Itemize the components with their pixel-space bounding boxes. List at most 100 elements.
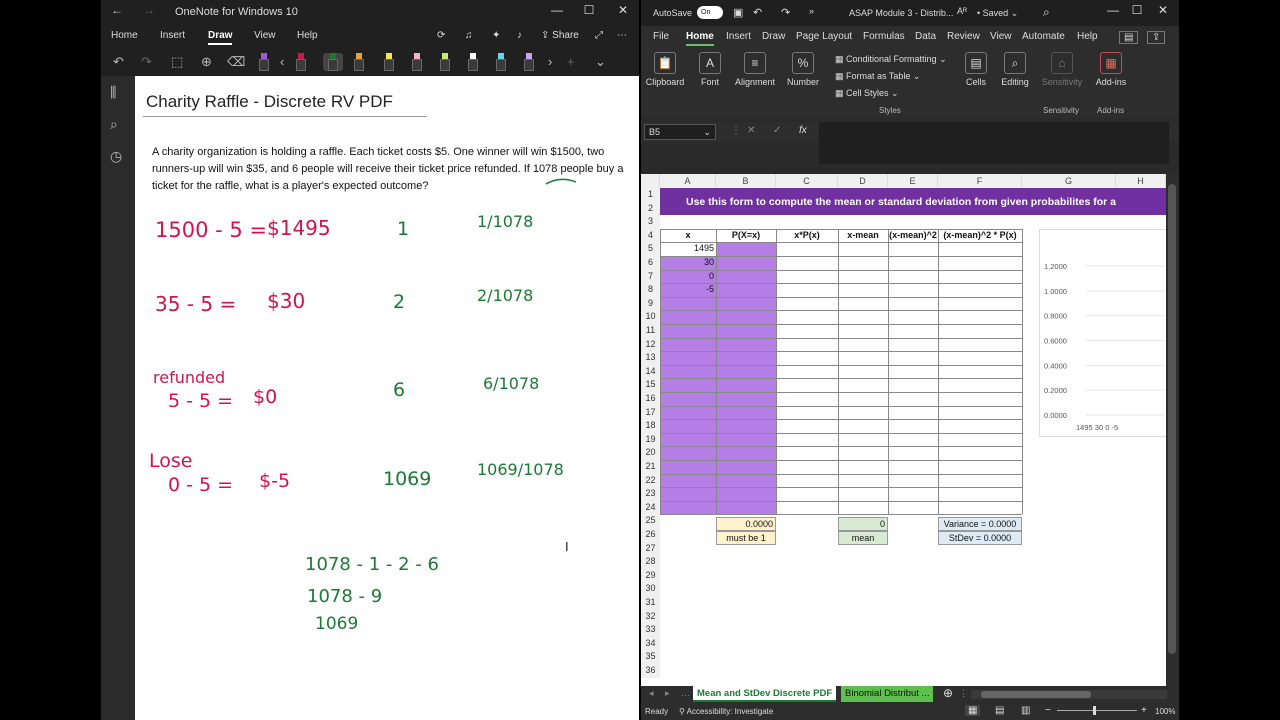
- add-space-icon[interactable]: ⊕: [201, 54, 212, 70]
- cell-a5[interactable]: 1495: [660, 242, 714, 256]
- note-page[interactable]: Charity Raffle - Discrete RV PDF A chari…: [135, 76, 639, 720]
- row-header[interactable]: 25: [641, 514, 660, 528]
- enter-icon[interactable]: ✓: [773, 125, 781, 136]
- row-header[interactable]: 33: [641, 623, 660, 637]
- row-header[interactable]: 4: [641, 228, 660, 243]
- cell-styles-button[interactable]: ▦ Cell Styles ⌄: [835, 85, 947, 102]
- expand-icon[interactable]: ⤢: [595, 30, 603, 41]
- row-header[interactable]: 27: [641, 541, 660, 556]
- column-header-c[interactable]: C: [776, 174, 838, 188]
- lightbulb-icon[interactable]: ✦: [492, 30, 500, 41]
- share-icon[interactable]: ⇪: [1147, 31, 1166, 44]
- autosave-toggle[interactable]: On: [697, 6, 723, 19]
- editing-group[interactable]: ⌕ Editing: [997, 52, 1033, 87]
- normal-view-icon[interactable]: ▦: [965, 705, 981, 716]
- cell-b25-sum[interactable]: 0.0000: [716, 517, 776, 531]
- alignment-group[interactable]: ≡ Alignment: [733, 52, 777, 87]
- sheet-more-icon[interactable]: …: [681, 688, 690, 698]
- sensitivity-icon[interactable]: Aᴿ: [957, 6, 967, 16]
- tab-insert[interactable]: Insert: [160, 30, 185, 41]
- row-header[interactable]: 11: [641, 324, 660, 338]
- row-header[interactable]: 3: [641, 215, 660, 229]
- notification-icon[interactable]: ♪: [517, 30, 522, 41]
- row-header[interactable]: 18: [641, 419, 660, 433]
- undo-icon[interactable]: ↶: [113, 54, 124, 70]
- document-title[interactable]: ASAP Module 3 - Distrib...: [849, 8, 953, 18]
- vertical-scrollbar[interactable]: [1166, 174, 1179, 686]
- column-header-d[interactable]: D: [838, 174, 888, 188]
- horizontal-scrollbar[interactable]: [971, 690, 1167, 699]
- column-header-g[interactable]: G: [1022, 174, 1116, 188]
- row-header[interactable]: 29: [641, 568, 660, 583]
- cell-d25-mean[interactable]: 0: [838, 517, 888, 531]
- worksheet-grid[interactable]: A B C D E F G H 1 2 3 4 5 6 7 8 9 10 11 12 13 14 15 16 1…: [641, 174, 1166, 686]
- highlighter-yellow[interactable]: [383, 53, 395, 71]
- row-header[interactable]: 32: [641, 609, 660, 624]
- recent-icon[interactable]: ◷: [110, 148, 122, 165]
- chevron-right-icon[interactable]: ›: [548, 54, 552, 69]
- zoom-slider-thumb[interactable]: [1093, 706, 1096, 715]
- row-header[interactable]: 12: [641, 337, 660, 352]
- row-header[interactable]: 7: [641, 269, 660, 284]
- row-header[interactable]: 5: [641, 242, 660, 256]
- highlighter-lavender[interactable]: [523, 53, 535, 71]
- scrollbar-thumb[interactable]: [1168, 184, 1176, 654]
- page-title[interactable]: Charity Raffle - Discrete RV PDF: [146, 92, 393, 112]
- tab-view[interactable]: View: [254, 30, 276, 41]
- more-icon[interactable]: ⋯: [617, 30, 627, 41]
- maximize-icon[interactable]: ☐: [1127, 3, 1147, 17]
- tab-home[interactable]: Home: [686, 31, 714, 46]
- lasso-select-icon[interactable]: ⬚: [171, 54, 183, 70]
- search-icon[interactable]: ⌕: [110, 116, 118, 133]
- column-header-b[interactable]: B: [716, 174, 776, 188]
- row-header[interactable]: 14: [641, 364, 660, 379]
- cell-a6[interactable]: 30: [660, 256, 714, 270]
- problem-text[interactable]: A charity organization is holding a raff…: [152, 144, 635, 195]
- minimize-icon[interactable]: —: [547, 3, 567, 17]
- header-x[interactable]: x: [660, 229, 716, 243]
- sheet-tab-mean-stdev[interactable]: Mean and StDev Discrete PDF: [693, 686, 837, 702]
- column-header-e[interactable]: E: [888, 174, 938, 188]
- row-header[interactable]: 31: [641, 596, 660, 610]
- row-header[interactable]: 28: [641, 555, 660, 569]
- h-scrollbar-thumb[interactable]: [981, 691, 1091, 698]
- header-x-mean-sq-px[interactable]: (x-mean)^2 * P(x): [938, 229, 1022, 243]
- row-header[interactable]: 21: [641, 460, 660, 474]
- header-px[interactable]: P(X=x): [716, 229, 776, 243]
- cell-f26-stdev[interactable]: StDev = 0.0000: [938, 531, 1022, 545]
- pen-red[interactable]: [295, 53, 307, 71]
- tab-insert[interactable]: Insert: [726, 31, 751, 42]
- row-header[interactable]: 1: [641, 188, 660, 202]
- accessibility-status[interactable]: ⚲ Accessibility: Investigate: [679, 707, 773, 716]
- clipboard-group[interactable]: 📋 Clipboard: [645, 52, 685, 87]
- banner-text[interactable]: Use this form to compute the mean or sta…: [686, 194, 1116, 210]
- share-button[interactable]: ⇪ Share: [541, 30, 579, 41]
- font-group[interactable]: A Font: [693, 52, 727, 87]
- pen-purple[interactable]: [258, 53, 270, 71]
- row-header[interactable]: 8: [641, 283, 660, 297]
- zoom-out-icon[interactable]: −: [1045, 705, 1051, 716]
- notebooks-icon[interactable]: ⫼: [110, 84, 116, 101]
- header-xpx[interactable]: x*P(x): [776, 229, 838, 243]
- comments-icon[interactable]: ▤: [1119, 31, 1139, 44]
- tab-data[interactable]: Data: [915, 31, 936, 42]
- tab-review[interactable]: Review: [947, 31, 980, 42]
- row-header[interactable]: 16: [641, 392, 660, 406]
- column-header-a[interactable]: A: [660, 174, 716, 188]
- forward-arrow-icon[interactable]: →: [143, 3, 155, 17]
- tab-help[interactable]: Help: [1077, 31, 1098, 42]
- row-header[interactable]: 20: [641, 446, 660, 460]
- close-icon[interactable]: ✕: [1153, 3, 1173, 17]
- maximize-icon[interactable]: ☐: [579, 3, 599, 17]
- tab-page-layout[interactable]: Page Layout: [796, 31, 852, 42]
- header-x-mean-sq[interactable]: (x-mean)^2: [888, 229, 938, 243]
- sheet-prev-icon[interactable]: ◂: [649, 688, 654, 699]
- sheet-next-icon[interactable]: ▸: [665, 688, 670, 699]
- search-icon[interactable]: ⌕: [1043, 5, 1050, 20]
- tab-split-icon[interactable]: ⋮: [959, 688, 968, 699]
- tab-draw[interactable]: Draw: [208, 30, 233, 45]
- row-header[interactable]: 35: [641, 650, 660, 664]
- zoom-in-icon[interactable]: +: [1141, 705, 1147, 716]
- chevron-down-icon[interactable]: ⌄: [595, 54, 606, 70]
- highlighter-pink[interactable]: [411, 53, 423, 71]
